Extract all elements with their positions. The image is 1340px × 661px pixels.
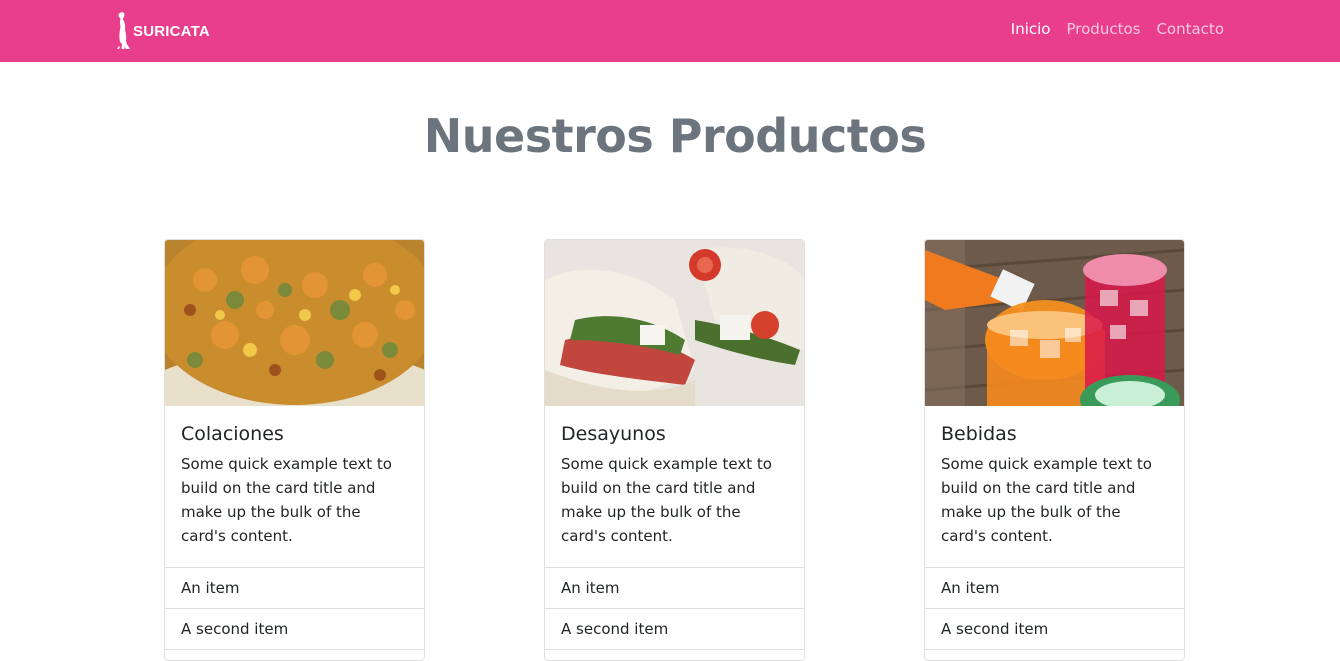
meerkat-logo-icon <box>117 12 130 49</box>
card-list: An item A second item <box>925 568 1184 650</box>
card-title: Desayunos <box>561 423 666 445</box>
nav-link-inicio[interactable]: Inicio <box>1011 20 1051 38</box>
card-body: Colaciones Some quick example text to bu… <box>165 406 424 568</box>
card-image-bebidas <box>925 240 1184 406</box>
card-text: Some quick example text to build on the … <box>181 455 392 545</box>
brand-link[interactable]: SURICATA <box>114 11 210 51</box>
card-image-desayunos <box>545 240 804 406</box>
card-list: An item A second item <box>545 568 804 650</box>
card-title: Bebidas <box>941 423 1017 445</box>
nav-link-contacto[interactable]: Contacto <box>1156 20 1224 38</box>
list-item: An item <box>925 568 1184 609</box>
brand-name: SURICATA <box>133 23 210 40</box>
product-card-bebidas: Bebidas Some quick example text to build… <box>924 239 1185 661</box>
list-item: An item <box>545 568 804 609</box>
card-body: Desayunos Some quick example text to bui… <box>545 406 804 568</box>
nav-link-productos[interactable]: Productos <box>1067 20 1141 38</box>
card-text: Some quick example text to build on the … <box>561 455 772 545</box>
navbar: SURICATA Inicio Productos Contacto <box>0 0 1340 62</box>
card-title: Colaciones <box>181 423 284 445</box>
card-list: An item A second item <box>165 568 424 650</box>
list-item: A second item <box>165 609 424 650</box>
card-text: Some quick example text to build on the … <box>941 455 1152 545</box>
list-item: A second item <box>925 609 1184 650</box>
page-title: Nuestros Productos <box>423 109 927 163</box>
card-body: Bebidas Some quick example text to build… <box>925 406 1184 568</box>
nav-links: Inicio Productos Contacto <box>1011 20 1224 38</box>
list-item: A second item <box>545 609 804 650</box>
product-card-colaciones: Colaciones Some quick example text to bu… <box>164 239 425 661</box>
card-image-colaciones <box>165 240 424 406</box>
product-card-desayunos: Desayunos Some quick example text to bui… <box>544 239 805 661</box>
list-item: An item <box>165 568 424 609</box>
